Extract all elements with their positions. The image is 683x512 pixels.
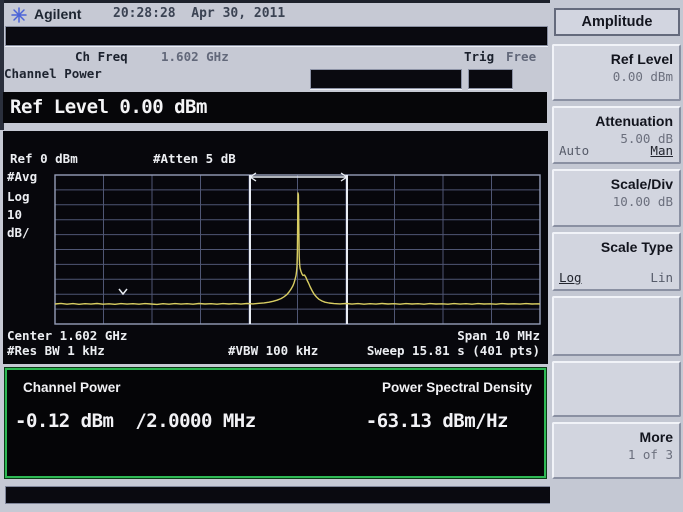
attenuation-auto-option: Auto: [559, 143, 589, 158]
unit-annotation: dB/: [7, 225, 30, 240]
scale-type-log-option: Log: [559, 270, 582, 285]
datetime-readout: 20:28:28 Apr 30, 2011: [113, 6, 285, 21]
channel-power-value: -0.12 dBm /2.0000 MHz: [15, 410, 256, 432]
softkey-blank-2[interactable]: [552, 361, 681, 417]
scale-annotation: 10: [7, 207, 22, 222]
res-bw-annotation: #Res BW 1 kHz: [7, 343, 105, 358]
softkey-scale-type[interactable]: Scale Type Log Lin: [552, 232, 681, 291]
spectrum-display: Ref 0 dBm #Atten 5 dB #Avg Log 10 dB/ Ce…: [3, 131, 548, 364]
ch-freq-label: Ch Freq: [75, 49, 128, 64]
channel-power-title: Channel Power: [23, 380, 121, 395]
avg-annotation: #Avg: [7, 169, 37, 184]
softkey-ref-level[interactable]: Ref Level 0.00 dBm: [552, 44, 681, 101]
analyzer-screen: Agilent 20:28:28 Apr 30, 2011 Ch Freq 1.…: [0, 0, 683, 512]
status-field-1: [310, 69, 462, 89]
span-annotation: Span 10 MHz: [457, 328, 540, 343]
attenuation-man-option: Man: [650, 143, 673, 158]
active-function-readout: Ref Level 0.00 dBm: [3, 92, 547, 123]
measurement-name: Channel Power: [4, 66, 102, 81]
ch-freq-value: 1.602 GHz: [161, 49, 229, 64]
softkey-scale-div[interactable]: Scale/Div 10.00 dB: [552, 169, 681, 227]
softkey-attenuation[interactable]: Attenuation 5.00 dB Auto Man: [552, 106, 681, 164]
psd-value: -63.13 dBm/Hz: [366, 410, 508, 432]
results-panel: Channel Power Power Spectral Density -0.…: [5, 368, 546, 478]
atten-annotation: #Atten 5 dB: [153, 151, 236, 166]
center-freq-annotation: Center 1.602 GHz: [7, 328, 127, 343]
log-annotation: Log: [7, 189, 30, 204]
annunciator-bar: [5, 26, 548, 46]
softkey-blank-1[interactable]: [552, 296, 681, 356]
menu-title: Amplitude: [554, 8, 680, 36]
settings-row: Ch Freq 1.602 GHz Trig Free: [0, 49, 548, 65]
title-bar: Agilent 20:28:28 Apr 30, 2011: [0, 4, 548, 26]
brand-name: Agilent: [34, 6, 81, 22]
softkey-more[interactable]: More 1 of 3: [552, 422, 681, 479]
psd-title: Power Spectral Density: [382, 380, 532, 395]
trig-value: Free: [506, 49, 536, 64]
scale-type-lin-option: Lin: [650, 270, 673, 285]
status-field-2: [468, 69, 513, 89]
sweep-annotation: Sweep 15.81 s (401 pts): [367, 343, 540, 358]
agilent-spark-icon: [11, 7, 27, 23]
vbw-annotation: #VBW 100 kHz: [228, 343, 318, 358]
trig-label: Trig: [464, 49, 494, 64]
softkey-panel: Amplitude Ref Level 0.00 dBm Attenuation…: [550, 0, 683, 512]
ref-level-annotation: Ref 0 dBm: [10, 151, 78, 166]
